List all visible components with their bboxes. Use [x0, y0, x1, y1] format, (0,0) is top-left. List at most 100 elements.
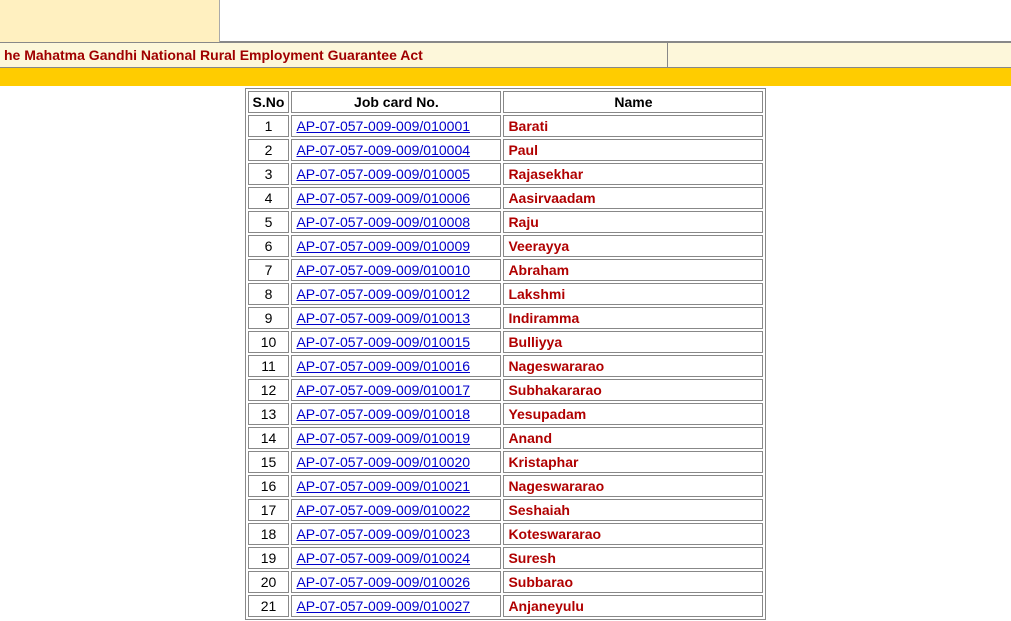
- cell-jobcard: AP-07-057-009-009/010020: [291, 451, 501, 473]
- top-banner-left: [0, 0, 220, 42]
- cell-jobcard: AP-07-057-009-009/010008: [291, 211, 501, 233]
- cell-sno: 12: [248, 379, 290, 401]
- jobcard-link[interactable]: AP-07-057-009-009/010010: [296, 262, 470, 278]
- content: S.No Job card No. Name 1AP-07-057-009-00…: [0, 86, 1011, 620]
- top-banner: [0, 0, 1011, 42]
- cell-jobcard: AP-07-057-009-009/010013: [291, 307, 501, 329]
- table-row: 20AP-07-057-009-009/010026Subbarao: [248, 571, 764, 593]
- jobcard-link[interactable]: AP-07-057-009-009/010015: [296, 334, 470, 350]
- cell-name: Anand: [503, 427, 763, 449]
- jobcard-link[interactable]: AP-07-057-009-009/010024: [296, 550, 470, 566]
- cell-name: Rajasekhar: [503, 163, 763, 185]
- jobcard-link[interactable]: AP-07-057-009-009/010006: [296, 190, 470, 206]
- cell-name: Veerayya: [503, 235, 763, 257]
- jobcard-link[interactable]: AP-07-057-009-009/010012: [296, 286, 470, 302]
- col-sno: S.No: [248, 91, 290, 113]
- cell-jobcard: AP-07-057-009-009/010017: [291, 379, 501, 401]
- jobcard-link[interactable]: AP-07-057-009-009/010021: [296, 478, 470, 494]
- jobcard-link[interactable]: AP-07-057-009-009/010004: [296, 142, 470, 158]
- jobcard-link[interactable]: AP-07-057-009-009/010017: [296, 382, 470, 398]
- cell-name: Anjaneyulu: [503, 595, 763, 617]
- cell-jobcard: AP-07-057-009-009/010005: [291, 163, 501, 185]
- cell-sno: 9: [248, 307, 290, 329]
- table-row: 10 AP-07-057-009-009/010015 Bulliyya: [248, 331, 764, 353]
- cell-sno: 2: [248, 139, 290, 161]
- table-row: 2 AP-07-057-009-009/010004 Paul: [248, 139, 764, 161]
- table-row: 14 AP-07-057-009-009/010019 Anand: [248, 427, 764, 449]
- cell-name: Kristaphar: [503, 451, 763, 473]
- cell-name: Bulliyya: [503, 331, 763, 353]
- cell-sno: 10: [248, 331, 290, 353]
- col-jobcard: Job card No.: [291, 91, 501, 113]
- table-row: 11AP-07-057-009-009/010016Nageswararao: [248, 355, 764, 377]
- cell-name: Yesupadam: [503, 403, 763, 425]
- table-row: 17 AP-07-057-009-009/010022 Seshaiah: [248, 499, 764, 521]
- yellow-bar: [0, 68, 1011, 86]
- cell-sno: 6: [248, 235, 290, 257]
- table-row: 4 AP-07-057-009-009/010006 Aasirvaadam: [248, 187, 764, 209]
- cell-jobcard: AP-07-057-009-009/010026: [291, 571, 501, 593]
- table-row: 8 AP-07-057-009-009/010012 Lakshmi: [248, 283, 764, 305]
- cell-name: Koteswararao: [503, 523, 763, 545]
- cell-sno: 16: [248, 475, 290, 497]
- cell-jobcard: AP-07-057-009-009/010012: [291, 283, 501, 305]
- col-name: Name: [503, 91, 763, 113]
- table-row: 1AP-07-057-009-009/010001Barati: [248, 115, 764, 137]
- cell-jobcard: AP-07-057-009-009/010001: [291, 115, 501, 137]
- jobcard-link[interactable]: AP-07-057-009-009/010022: [296, 502, 470, 518]
- jobcard-link[interactable]: AP-07-057-009-009/010023: [296, 526, 470, 542]
- cell-sno: 14: [248, 427, 290, 449]
- cell-name: Nageswararao: [503, 475, 763, 497]
- jobcard-link[interactable]: AP-07-057-009-009/010018: [296, 406, 470, 422]
- table-row: 3 AP-07-057-009-009/010005 Rajasekhar: [248, 163, 764, 185]
- table-row: 7 AP-07-057-009-009/010010 Abraham: [248, 259, 764, 281]
- table-row: 5AP-07-057-009-009/010008Raju: [248, 211, 764, 233]
- jobcard-link[interactable]: AP-07-057-009-009/010001: [296, 118, 470, 134]
- cell-sno: 4: [248, 187, 290, 209]
- cell-jobcard: AP-07-057-009-009/010027: [291, 595, 501, 617]
- cell-sno: 8: [248, 283, 290, 305]
- jobcard-link[interactable]: AP-07-057-009-009/010020: [296, 454, 470, 470]
- cell-jobcard: AP-07-057-009-009/010018: [291, 403, 501, 425]
- jobcard-link[interactable]: AP-07-057-009-009/010027: [296, 598, 470, 614]
- jobcard-link[interactable]: AP-07-057-009-009/010016: [296, 358, 470, 374]
- cell-jobcard: AP-07-057-009-009/010015: [291, 331, 501, 353]
- jobcard-link[interactable]: AP-07-057-009-009/010013: [296, 310, 470, 326]
- table-row: 18 AP-07-057-009-009/010023 Koteswararao: [248, 523, 764, 545]
- cell-name: Paul: [503, 139, 763, 161]
- table-row: 9 AP-07-057-009-009/010013 Indiramma: [248, 307, 764, 329]
- cell-jobcard: AP-07-057-009-009/010019: [291, 427, 501, 449]
- cell-jobcard: AP-07-057-009-009/010004: [291, 139, 501, 161]
- cell-name: Seshaiah: [503, 499, 763, 521]
- cell-sno: 3: [248, 163, 290, 185]
- cell-sno: 17: [248, 499, 290, 521]
- cell-sno: 21: [248, 595, 290, 617]
- jobcard-link[interactable]: AP-07-057-009-009/010008: [296, 214, 470, 230]
- cell-name: Subhakararao: [503, 379, 763, 401]
- jobcard-link[interactable]: AP-07-057-009-009/010019: [296, 430, 470, 446]
- cell-jobcard: AP-07-057-009-009/010009: [291, 235, 501, 257]
- cell-name: Aasirvaadam: [503, 187, 763, 209]
- cell-jobcard: AP-07-057-009-009/010022: [291, 499, 501, 521]
- cell-jobcard: AP-07-057-009-009/010016: [291, 355, 501, 377]
- cell-name: Nageswararao: [503, 355, 763, 377]
- cell-sno: 15: [248, 451, 290, 473]
- cell-sno: 7: [248, 259, 290, 281]
- table-row: 12 AP-07-057-009-009/010017 Subhakararao: [248, 379, 764, 401]
- cell-sno: 19: [248, 547, 290, 569]
- cell-name: Lakshmi: [503, 283, 763, 305]
- cell-name: Abraham: [503, 259, 763, 281]
- cell-sno: 18: [248, 523, 290, 545]
- cell-name: Suresh: [503, 547, 763, 569]
- jobcard-table: S.No Job card No. Name 1AP-07-057-009-00…: [245, 88, 767, 620]
- table-row: 21 AP-07-057-009-009/010027 Anjaneyulu: [248, 595, 764, 617]
- page-title: he Mahatma Gandhi National Rural Employm…: [0, 43, 668, 67]
- jobcard-link[interactable]: AP-07-057-009-009/010026: [296, 574, 470, 590]
- table-row: 6 AP-07-057-009-009/010009 Veerayya: [248, 235, 764, 257]
- jobcard-link[interactable]: AP-07-057-009-009/010009: [296, 238, 470, 254]
- cell-name: Indiramma: [503, 307, 763, 329]
- cell-jobcard: AP-07-057-009-009/010021: [291, 475, 501, 497]
- cell-name: Raju: [503, 211, 763, 233]
- cell-sno: 20: [248, 571, 290, 593]
- jobcard-link[interactable]: AP-07-057-009-009/010005: [296, 166, 470, 182]
